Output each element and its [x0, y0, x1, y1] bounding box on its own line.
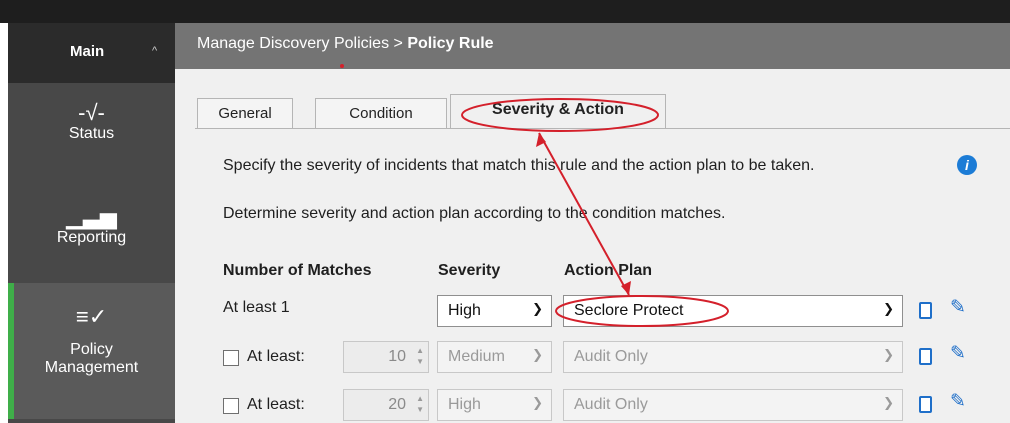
annotation-ellipse-tab [461, 98, 659, 132]
annotation-arrow [538, 132, 630, 296]
annotation-ellipse-action [555, 295, 729, 327]
annotation-overlay [461, 98, 729, 327]
